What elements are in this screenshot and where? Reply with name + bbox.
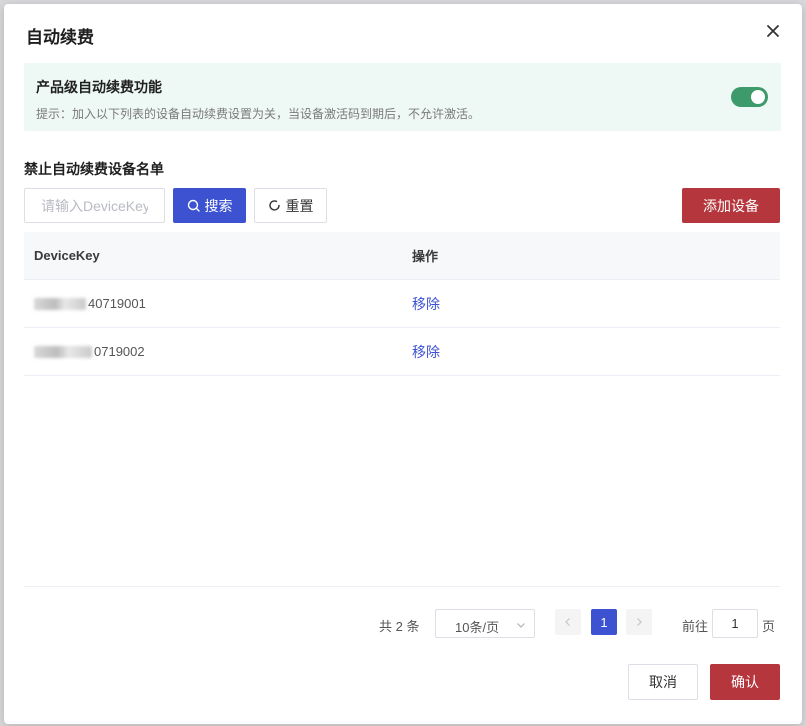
page-size-select[interactable]: 10条/页 [435,609,535,638]
remove-link[interactable]: 移除 [412,294,440,314]
prev-page-button[interactable] [555,609,581,635]
redacted-mask [34,297,86,310]
table-header: DeviceKey 操作 [24,232,780,280]
column-header-devicekey: DeviceKey [34,248,100,263]
reset-button[interactable]: 重置 [254,188,327,223]
table-row: 0719002 移除 [24,328,780,376]
table-row: 40719001 移除 [24,280,780,328]
confirm-button-label: 确认 [731,674,759,690]
cancel-button-label: 取消 [649,674,677,690]
notice-hint: 提示：加入以下列表的设备自动续费设置为关，当设备激活码到期后，不允许激活。 [36,107,481,121]
search-icon [187,199,200,212]
search-button-label: 搜索 [204,197,233,214]
device-table: DeviceKey 操作 40719001 移除 0719002 移除 [24,232,780,376]
reset-button-label: 重置 [285,197,314,214]
chevron-down-icon [516,618,526,633]
next-page-button[interactable] [626,609,652,635]
device-key-cell: 0719002 [34,344,145,359]
pagination-total: 共 2 条 [379,619,420,634]
auto-renew-dialog: 自动续费 产品级自动续费功能 提示：加入以下列表的设备自动续费设置为关，当设备激… [4,4,802,724]
redacted-mask [34,345,92,358]
device-key-search-input[interactable] [24,188,165,223]
search-button[interactable]: 搜索 [173,188,246,223]
goto-page-input[interactable] [712,609,758,638]
device-key-text: 40719001 [88,296,146,311]
device-key-text: 0719002 [94,344,145,359]
chevron-right-icon [637,618,642,626]
close-icon[interactable] [764,22,782,40]
auto-renew-notice: 产品级自动续费功能 提示：加入以下列表的设备自动续费设置为关，当设备激活码到期后… [24,63,781,131]
goto-label: 前往 [682,619,709,634]
remove-link[interactable]: 移除 [412,342,440,362]
confirm-button[interactable]: 确认 [710,664,780,700]
chevron-left-icon [565,618,570,626]
add-device-button-label: 添加设备 [703,197,759,214]
refresh-icon [268,199,281,212]
dialog-title: 自动续费 [26,28,94,47]
cancel-button[interactable]: 取消 [628,664,698,700]
add-device-button[interactable]: 添加设备 [682,188,780,223]
goto-suffix: 页 [762,619,776,634]
page-size-value: 10条/页 [455,620,500,635]
column-header-action: 操作 [412,249,439,264]
footer-divider [24,586,780,587]
toggle-knob [751,90,765,104]
notice-title: 产品级自动续费功能 [36,79,162,95]
page-1-button[interactable]: 1 [591,609,617,635]
device-key-cell: 40719001 [34,296,146,311]
auto-renew-toggle[interactable] [731,87,768,107]
section-title: 禁止自动续费设备名单 [24,161,164,177]
